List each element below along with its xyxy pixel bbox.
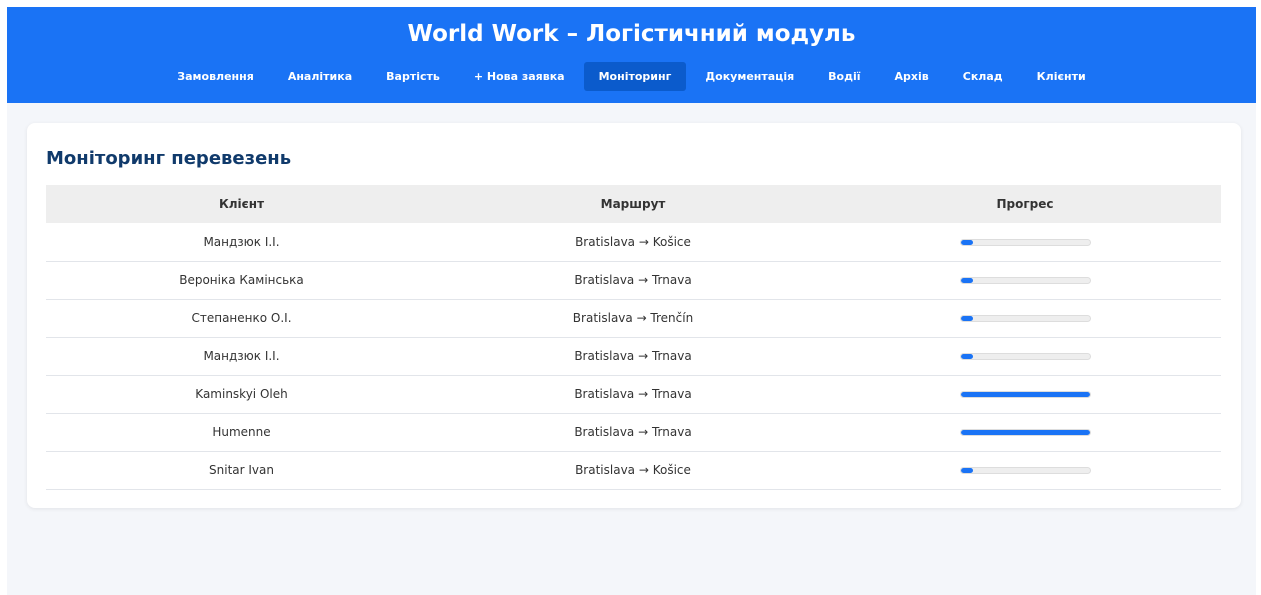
nav-item-warehouse[interactable]: Склад bbox=[948, 62, 1018, 91]
client-cell: Humenne bbox=[46, 413, 437, 452]
nav-item-new-request[interactable]: + Нова заявка bbox=[459, 62, 580, 91]
app-title: World Work – Логістичний модуль bbox=[407, 21, 856, 47]
client-cell: Мандзюк І.І. bbox=[46, 337, 437, 376]
app-header: World Work – Логістичний модуль Замовлен… bbox=[7, 7, 1256, 103]
client-cell: Степаненко О.І. bbox=[46, 299, 437, 338]
column-header-progress: Прогрес bbox=[829, 185, 1221, 223]
shipments-table: Клієнт Маршрут Прогрес Мандзюк І.І. Brat… bbox=[46, 185, 1221, 490]
column-header-client: Клієнт bbox=[46, 185, 437, 223]
route-cell: Bratislava → Trnava bbox=[437, 375, 829, 414]
route-cell: Bratislava → Trnava bbox=[437, 337, 829, 376]
progress-bar bbox=[959, 353, 1091, 360]
progress-fill bbox=[960, 354, 974, 359]
progress-cell bbox=[829, 413, 1221, 452]
nav-item-documentation[interactable]: Документація bbox=[690, 62, 809, 91]
table-row: Humenne Bratislava → Trnava bbox=[46, 413, 1221, 452]
table-row: Вероніка Камінська Bratislava → Trnava bbox=[46, 261, 1221, 300]
nav-item-clients[interactable]: Клієнти bbox=[1022, 62, 1101, 91]
progress-cell bbox=[829, 223, 1221, 262]
route-cell: Bratislava → Košice bbox=[437, 223, 829, 262]
table-row: Snitar Ivan Bratislava → Košice bbox=[46, 451, 1221, 490]
column-header-route: Маршрут bbox=[437, 185, 829, 223]
table-row: Мандзюк І.І. Bratislava → Košice bbox=[46, 223, 1221, 262]
client-cell: Kaminskyi Oleh bbox=[46, 375, 437, 414]
progress-bar bbox=[959, 277, 1091, 284]
nav-item-cost[interactable]: Вартість bbox=[371, 62, 455, 91]
progress-fill bbox=[960, 316, 974, 321]
progress-fill bbox=[960, 430, 1090, 435]
progress-cell bbox=[829, 375, 1221, 414]
table-row: Kaminskyi Oleh Bratislava → Trnava bbox=[46, 375, 1221, 414]
progress-fill bbox=[960, 468, 974, 473]
progress-cell bbox=[829, 337, 1221, 376]
route-cell: Bratislava → Trnava bbox=[437, 413, 829, 452]
route-cell: Bratislava → Trenčín bbox=[437, 299, 829, 338]
progress-fill bbox=[960, 239, 974, 245]
section-title: Моніторинг перевезень bbox=[46, 148, 292, 169]
progress-bar bbox=[959, 391, 1091, 398]
table-row: Мандзюк І.І. Bratislava → Trnava bbox=[46, 337, 1221, 376]
progress-cell bbox=[829, 261, 1221, 300]
progress-cell bbox=[829, 299, 1221, 338]
nav-item-archive[interactable]: Архів bbox=[880, 62, 944, 91]
route-cell: Bratislava → Košice bbox=[437, 451, 829, 490]
route-cell: Bratislava → Trnava bbox=[437, 261, 829, 300]
progress-bar bbox=[959, 429, 1091, 436]
monitoring-card: Моніторинг перевезень Клієнт Маршрут Про… bbox=[27, 123, 1241, 508]
table-row: Степаненко О.І. Bratislava → Trenčín bbox=[46, 299, 1221, 338]
progress-fill bbox=[960, 392, 1090, 397]
client-cell: Snitar Ivan bbox=[46, 451, 437, 490]
main-nav: Замовлення Аналітика Вартість + Нова зая… bbox=[7, 62, 1256, 91]
client-cell: Мандзюк І.І. bbox=[46, 223, 437, 262]
progress-cell bbox=[829, 451, 1221, 490]
nav-item-monitoring[interactable]: Моніторинг bbox=[583, 62, 687, 91]
progress-bar bbox=[959, 467, 1091, 474]
progress-bar bbox=[959, 315, 1091, 322]
table-header-row: Клієнт Маршрут Прогрес bbox=[46, 185, 1221, 223]
progress-fill bbox=[960, 278, 974, 283]
nav-item-drivers[interactable]: Водії bbox=[813, 62, 875, 91]
nav-item-analytics[interactable]: Аналітика bbox=[273, 62, 367, 91]
client-cell: Вероніка Камінська bbox=[46, 261, 437, 300]
nav-item-orders[interactable]: Замовлення bbox=[162, 62, 269, 91]
progress-bar bbox=[959, 238, 1091, 246]
